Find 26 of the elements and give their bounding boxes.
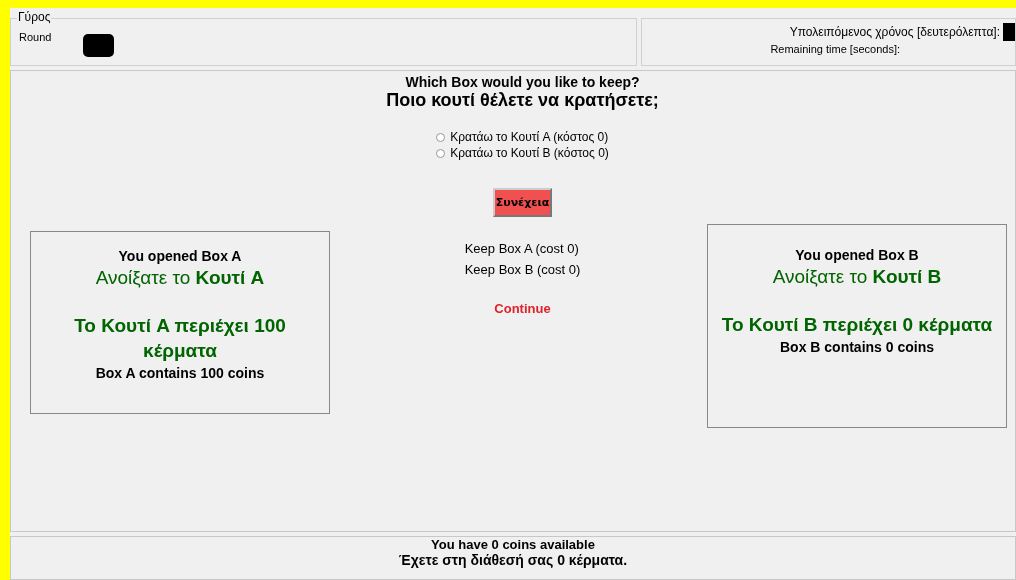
timer-label: Υπολειπόμενος χρόνος [δευτερόλεπτα]: bbox=[789, 25, 1000, 39]
radio-option[interactable]: Κρατάω το Κουτί B (κόστος 0) bbox=[436, 145, 609, 161]
contents-text: Το Κουτί B περιέχει 0 κέρματα bbox=[721, 313, 993, 337]
opened-text: Ανοίξατε το Κουτί B bbox=[772, 266, 942, 288]
opened-text: You opened Box A bbox=[118, 248, 242, 264]
timer-value-box bbox=[1003, 23, 1015, 41]
contents-text: Το Κουτί A περιέχει 100 κέρματα bbox=[73, 314, 287, 363]
round-value-box bbox=[83, 34, 115, 57]
radio-button[interactable] bbox=[436, 132, 446, 142]
contents-text: Box A contains 100 coins bbox=[95, 365, 265, 381]
group-legend: Γύρος bbox=[17, 10, 52, 24]
coins-text: Έχετε στη διάθεσή σας 0 κέρματα. bbox=[398, 552, 628, 568]
timer-label: Remaining time [seconds]: bbox=[770, 43, 900, 55]
radio-button[interactable] bbox=[436, 148, 446, 158]
round-label: Round bbox=[19, 31, 52, 43]
opened-text: You opened Box B bbox=[795, 247, 919, 263]
opened-text: Ανοίξατε το Κουτί A bbox=[95, 267, 265, 289]
radio-option[interactable]: Κρατάω το Κουτί A (κόστος 0) bbox=[436, 129, 609, 145]
option-translation: Keep Box B (cost 0) bbox=[464, 262, 581, 277]
question-text: Which Box would you like to keep? bbox=[405, 74, 640, 90]
option-translation: Keep Box A (cost 0) bbox=[464, 241, 580, 256]
contents-text: Box B contains 0 coins bbox=[779, 339, 934, 355]
question-text: Ποιο κουτί θέλετε να κρατήσετε; bbox=[386, 90, 659, 111]
continue-button[interactable]: Συνέχεια bbox=[492, 188, 553, 217]
continue-label: Continue bbox=[494, 301, 551, 316]
coins-text: You have 0 coins available bbox=[431, 537, 595, 552]
